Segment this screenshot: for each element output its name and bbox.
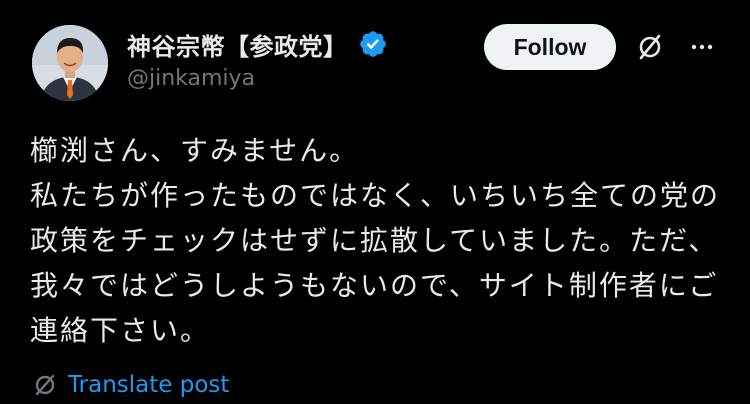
follow-button[interactable]: Follow (484, 24, 616, 70)
user-info: 神谷宗幣【参政党】 @jinkamiya (127, 26, 388, 91)
display-name[interactable]: 神谷宗幣【参政党】 (127, 27, 348, 62)
post-text: 櫛渕さん、すみません。 私たちが作ったものではなく、いちいち全ての党の政策をチェ… (30, 134, 721, 347)
post-card: 神谷宗幣【参政党】 @jinkamiya Follow 櫛渕さん、すみません。 … (0, 0, 750, 404)
more-dots-icon[interactable] (684, 29, 720, 65)
avatar-image (32, 25, 108, 101)
translate-slash-icon (35, 374, 55, 396)
avatar[interactable] (32, 25, 108, 101)
user-handle[interactable]: @jinkamiya (127, 66, 388, 91)
grok-slash-icon[interactable] (632, 29, 668, 65)
translate-post-link[interactable]: Translate post (32, 372, 229, 398)
translate-label[interactable]: Translate post (68, 372, 229, 398)
verified-badge-icon[interactable] (358, 29, 388, 59)
name-row: 神谷宗幣【参政党】 (127, 26, 388, 62)
